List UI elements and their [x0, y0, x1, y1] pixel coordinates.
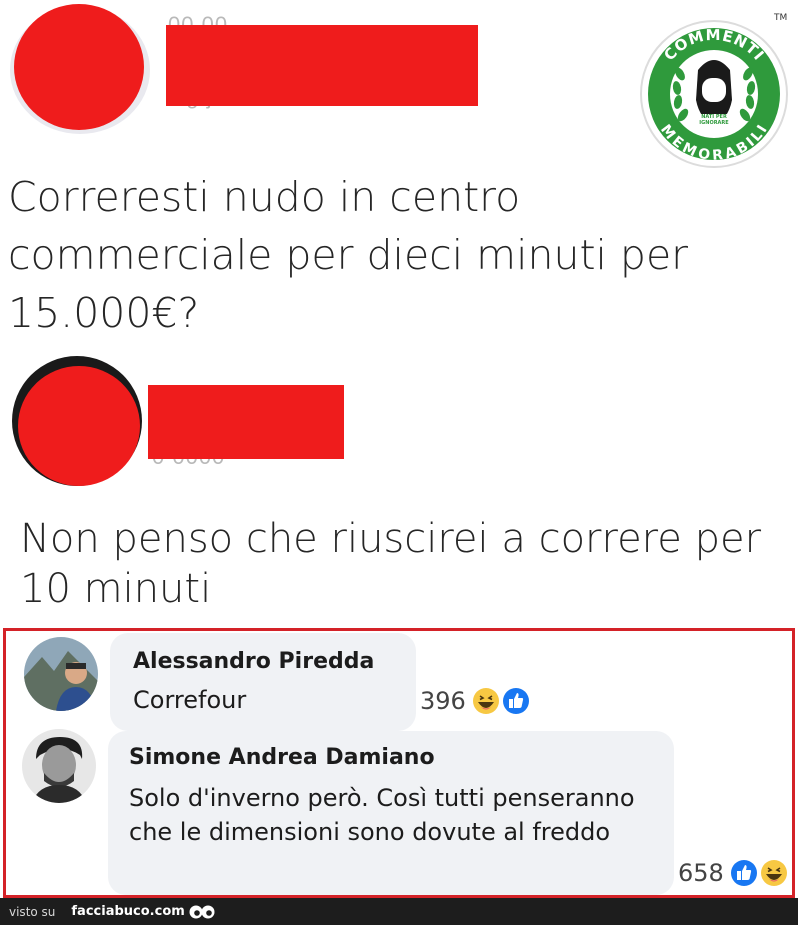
- post2-author-redaction: [148, 385, 344, 459]
- post2-text: Non penso che riuscirei a correre per 10…: [20, 516, 762, 612]
- comment2-reactions[interactable]: 658: [678, 859, 788, 887]
- commenti-memorabili-logo: NATI PER IGNORARE COMMENTI MEMORABILI TM: [640, 13, 788, 168]
- haha-icon: [472, 688, 499, 714]
- post1-avatar-redaction: [14, 4, 144, 130]
- logo-trademark: TM: [773, 13, 787, 23]
- comment2-reaction-count: 658: [678, 859, 724, 887]
- footer-visto-su: visto su: [9, 904, 56, 919]
- post1-text: Correresti nudo in centro commerciale pe…: [8, 173, 689, 337]
- comment1-author-name[interactable]: Alessandro Piredda: [133, 649, 374, 674]
- comment1-avatar[interactable]: [24, 637, 98, 711]
- footer-bar: visto su facciabuco.com: [0, 898, 798, 925]
- like-icon: [502, 688, 529, 714]
- haha-icon: [760, 860, 787, 886]
- eyes-icon: [189, 905, 215, 918]
- like-icon: [730, 860, 757, 886]
- comment2-author-name[interactable]: Simone Andrea Damiano: [129, 745, 435, 770]
- comment1-text: Correfour: [133, 686, 247, 714]
- post1-author-redaction: [166, 25, 478, 106]
- comment1-reaction-count: 396: [420, 687, 466, 715]
- comment2-avatar[interactable]: [22, 729, 96, 803]
- comment1-reactions[interactable]: 396: [420, 687, 530, 715]
- footer-brand-link[interactable]: facciabuco.com: [71, 904, 184, 919]
- post2-avatar-redaction: [18, 366, 140, 486]
- highlighted-comments: Alessandro Piredda Correfour 396 Simone …: [3, 628, 795, 898]
- logo-tagline-2: IGNORARE: [699, 120, 729, 126]
- comment2-text: Solo d'inverno però. Così tutti penseran…: [129, 784, 635, 846]
